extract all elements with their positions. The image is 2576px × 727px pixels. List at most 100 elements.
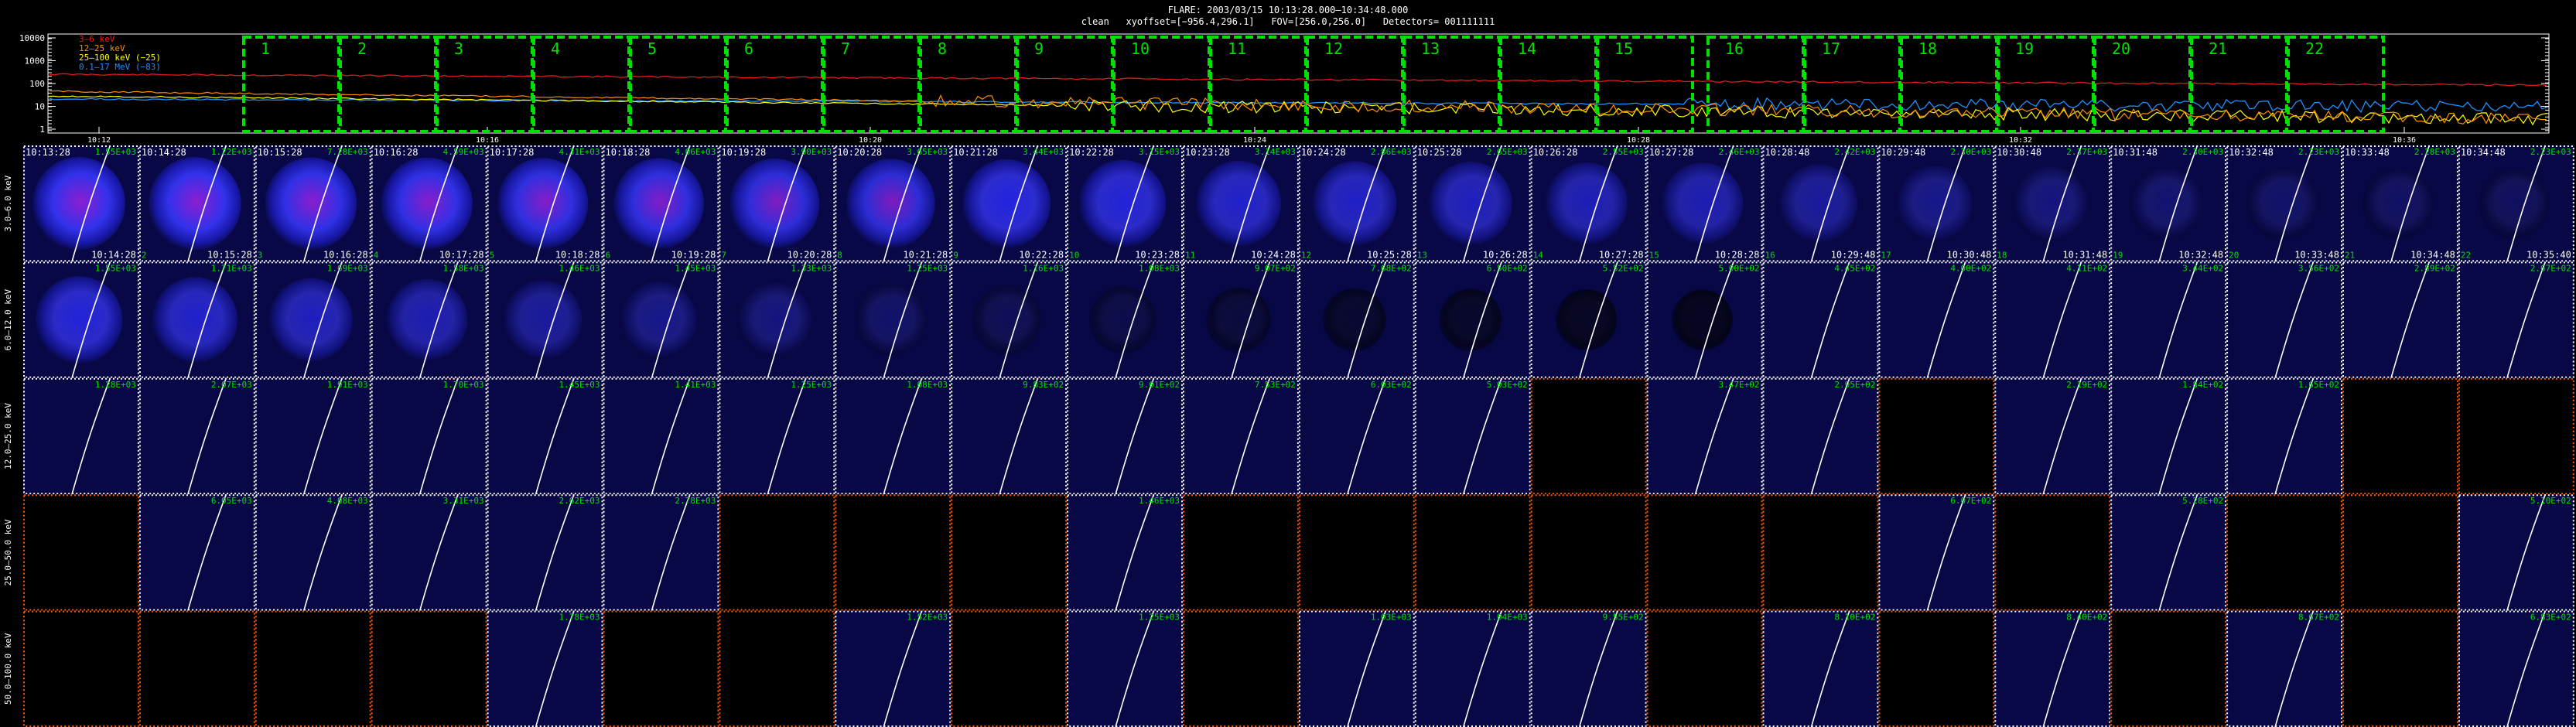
- cell-peak-value: 1.71E+03: [211, 263, 252, 273]
- cell-peak-value: 1.55E+03: [95, 263, 136, 273]
- cell-peak-value: 1.65E+02: [2298, 380, 2339, 390]
- image-cell: [138, 610, 255, 727]
- cell-background: [2226, 261, 2342, 378]
- cell-peak-value: 4.11E+02: [2066, 263, 2107, 273]
- cell-peak-value: 1.52E+03: [907, 613, 948, 623]
- cell-peak-value: 1.25E+03: [791, 380, 832, 390]
- cell-background: [1414, 610, 1531, 727]
- flare-source: [2246, 167, 2318, 240]
- flare-source: [1896, 165, 1973, 242]
- image-cell: 1.46E+03: [1067, 493, 1183, 611]
- cell-peak-value: 1.25E+03: [907, 263, 948, 273]
- image-cell: 6.50E+02: [1414, 261, 1531, 379]
- flare-source: [1088, 286, 1156, 353]
- cell-interval-number: 12: [1301, 250, 1311, 260]
- cell-peak-value: 8.67E+02: [2298, 613, 2339, 623]
- cell-start-time: 10:16:28: [374, 147, 419, 158]
- cell-peak-value: 2.37E+03: [2066, 147, 2107, 157]
- image-cell: [1183, 610, 1299, 727]
- image-cell: 6.05E+03: [138, 493, 255, 611]
- cell-peak-value: 1.84E+02: [2182, 380, 2223, 390]
- image-cell: [1878, 610, 1995, 727]
- cell-peak-value: 5.10E+02: [2530, 496, 2571, 506]
- cell-background: [1530, 377, 1647, 495]
- image-cell: 9.83E+02: [951, 377, 1068, 495]
- cell-start-time: 10:20:28: [837, 147, 882, 158]
- image-cell: [951, 494, 1068, 611]
- image-cell: [23, 494, 139, 611]
- cell-background: [1067, 494, 1183, 611]
- flare-source: [2013, 166, 2088, 241]
- cell-peak-value: 2.19E+02: [2066, 380, 2107, 390]
- cell-peak-value: 1.16E+03: [1023, 263, 1064, 273]
- cell-interval-number: 7: [721, 250, 726, 260]
- image-cell: 7.68E+02: [1298, 261, 1415, 379]
- flare-source: [2130, 167, 2202, 241]
- cell-peak-value: 2.89E+02: [2414, 263, 2455, 273]
- image-cell: [1646, 610, 1763, 727]
- cell-end-time: 10:34:48: [2410, 249, 2455, 260]
- cell-end-time: 10:30:48: [1947, 249, 1992, 260]
- flare-source: [1556, 288, 1618, 351]
- cell-peak-value: 8.40E+02: [2066, 613, 2107, 623]
- image-cell: 1.91E+03: [255, 377, 371, 495]
- cell-background: [2110, 610, 2227, 727]
- image-cell: 1.69E+03: [255, 261, 371, 379]
- cell-start-time: 10:32:48: [2229, 147, 2274, 158]
- cell-peak-value: 7.53E+02: [1255, 380, 1296, 390]
- cell-background: [1762, 377, 1879, 495]
- cell-end-time: 10:15:28: [207, 249, 252, 260]
- cell-background: [719, 494, 835, 611]
- cell-start-time: 10:33:48: [2345, 147, 2390, 158]
- cell-background: [1878, 261, 1995, 378]
- cell-peak-value: 5.28E+02: [2182, 496, 2223, 506]
- cell-background: [1183, 610, 1299, 727]
- cell-peak-value: 2.42E+03: [1834, 147, 1875, 157]
- flare-source: [2362, 168, 2434, 239]
- image-cell: 10:23:28 10:24:28 3.14E+03 11: [1183, 145, 1299, 262]
- flare-source: [1428, 162, 1512, 246]
- image-cell: 8.10E+02: [1762, 610, 1879, 727]
- cell-background: [371, 377, 487, 495]
- cell-start-time: 10:25:28: [1417, 147, 1462, 158]
- cell-peak-value: 4.45E+02: [1834, 263, 1875, 273]
- cell-peak-value: 2.28E+03: [2414, 147, 2455, 157]
- cell-interval-number: 14: [1533, 250, 1544, 260]
- cell-background: [23, 610, 139, 727]
- cell-peak-value: 4.00E+02: [1950, 263, 1991, 273]
- image-cell: 4.08E+03: [255, 493, 371, 611]
- image-cell: 1.46E+03: [487, 261, 603, 379]
- image-cell: 1.08E+03: [1067, 261, 1183, 379]
- energy-band-label: 50.0–100.0 keV: [3, 633, 13, 705]
- cell-background: [1298, 610, 1415, 727]
- cell-start-time: 10:34:48: [2461, 147, 2506, 158]
- cell-peak-value: 9.55E+02: [1603, 613, 1644, 623]
- flare-source: [152, 277, 238, 363]
- image-cell: 1.55E+03: [23, 261, 139, 379]
- cell-peak-value: 6.05E+03: [211, 496, 252, 506]
- cell-interval-number: 6: [606, 250, 611, 260]
- cell-end-time: 10:28:28: [1715, 249, 1760, 260]
- cell-interval-number: 2: [142, 250, 147, 260]
- cell-peak-value: 2.65E+03: [1487, 147, 1528, 157]
- cell-background: [2342, 494, 2458, 611]
- image-cell: [371, 610, 487, 727]
- flare-source: [1778, 164, 1858, 244]
- image-cell: 1.52E+03: [835, 610, 951, 727]
- image-cell: 1.71E+03: [138, 261, 255, 379]
- cell-background: [2458, 494, 2574, 611]
- cell-peak-value: 2.67E+02: [2530, 263, 2571, 273]
- image-cell: 10:26:28 10:27:28 2.55E+03 14: [1530, 145, 1647, 262]
- cell-background: [1646, 377, 1763, 495]
- cell-background: [835, 494, 951, 611]
- flare-source: [855, 284, 927, 356]
- cell-end-time: 10:32:48: [2178, 249, 2223, 260]
- cell-background: [23, 494, 139, 611]
- image-cell: 10:30:48 10:31:48 2.37E+03 18: [1994, 145, 2111, 262]
- cell-end-time: 10:24:28: [1251, 249, 1296, 260]
- cell-background: [2458, 261, 2574, 378]
- cell-start-time: 10:29:48: [1881, 147, 1925, 158]
- image-cell: 9.55E+02: [1530, 610, 1647, 727]
- flare-source: [1312, 161, 1397, 247]
- cell-start-time: 10:13:28: [26, 147, 70, 158]
